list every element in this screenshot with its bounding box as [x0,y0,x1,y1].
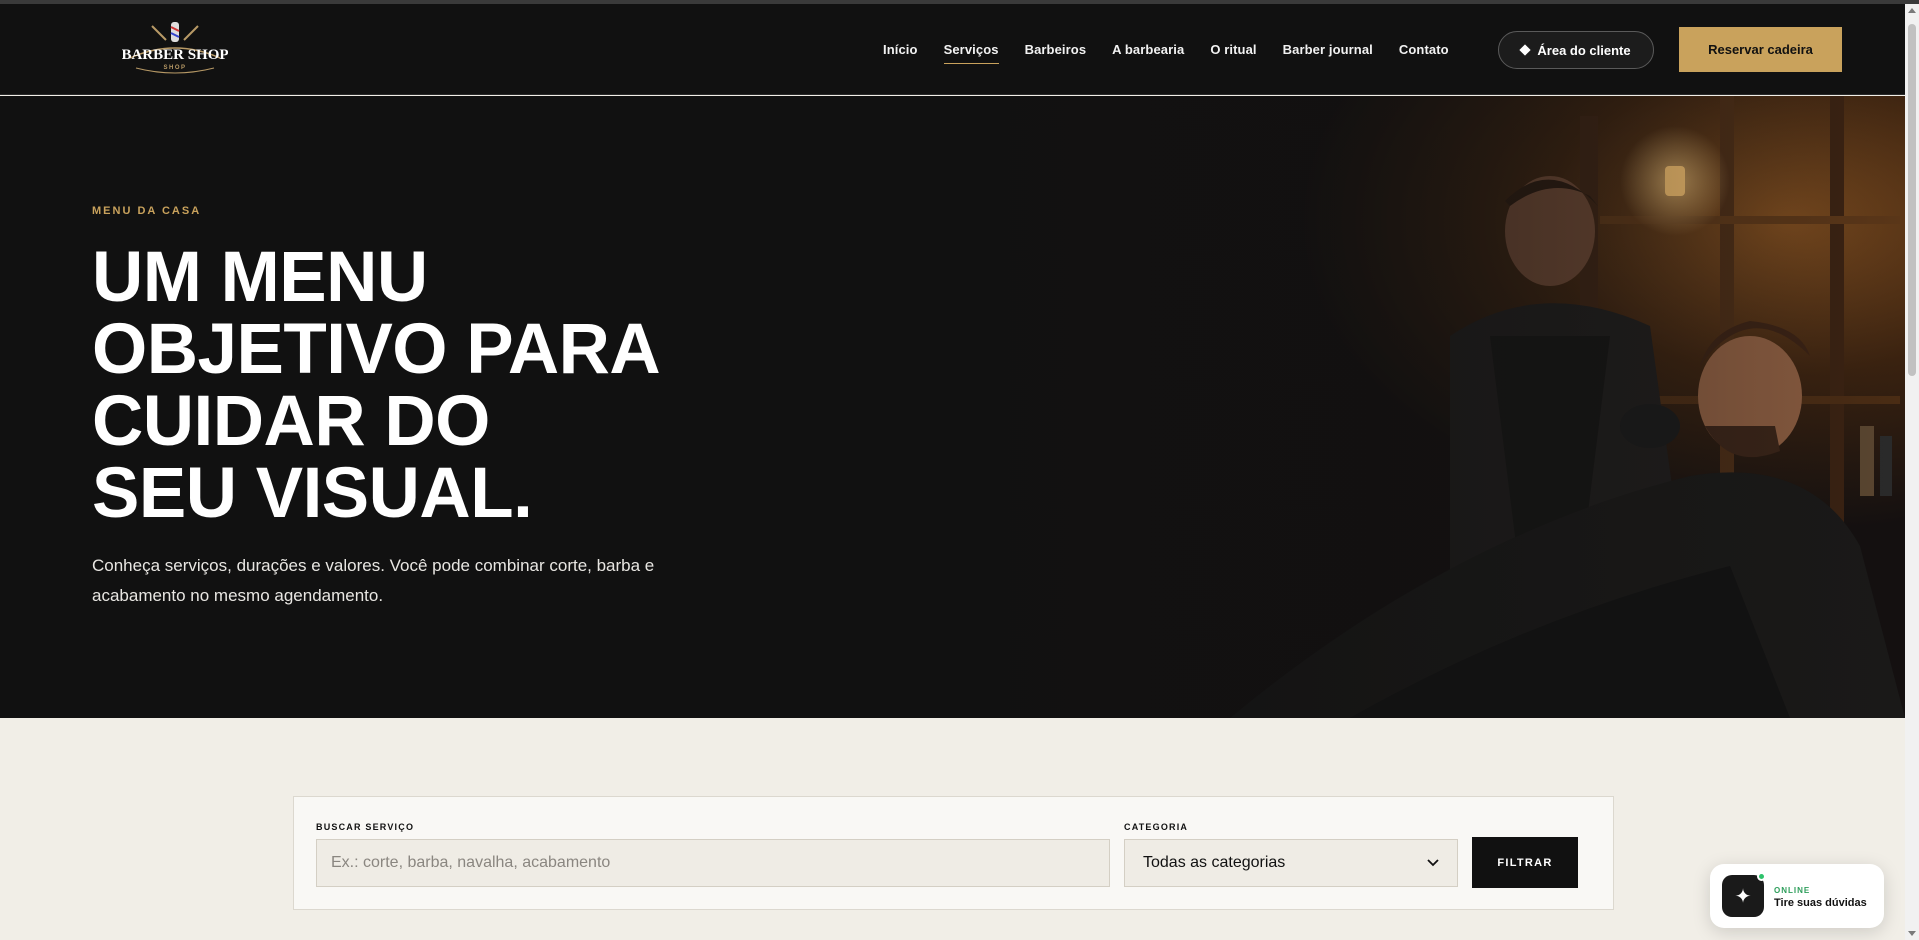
nav-servicos[interactable]: Serviços [943,42,999,64]
headline-line-1: UM MENU [92,238,428,317]
nav-o-ritual[interactable]: O ritual [1210,42,1256,57]
nav-inicio[interactable]: Início [883,42,918,57]
online-indicator [1757,872,1766,881]
hero-lead: Conheça serviços, durações e valores. Vo… [92,556,655,605]
chevron-down-icon [1427,859,1439,867]
headline-line-4: SEU VISUAL. [92,454,533,533]
reserve-chair-button[interactable]: Reservar cadeira [1679,27,1842,72]
barber-shop-logo-icon: BARBER SHOP SHOP [121,22,229,74]
hero-barber-photo [930,96,1905,718]
site-header: BARBER SHOP SHOP Início Serviços Barbeir… [0,4,1905,95]
nav-a-barbearia[interactable]: A barbearia [1112,42,1184,57]
sparkle-icon: ✦ [1722,875,1764,917]
search-label: BUSCAR SERVIÇO [316,822,415,832]
service-filter-form: BUSCAR SERVIÇO CATEGORIA Todas as catego… [293,796,1614,910]
page-scrollbar[interactable] [1905,4,1919,940]
nav-barber-journal[interactable]: Barber journal [1283,42,1373,57]
category-select[interactable]: Todas as categorias [1124,839,1458,887]
filter-submit-button[interactable]: FILTRAR [1472,837,1578,888]
client-area-button[interactable]: Área do cliente [1498,31,1654,69]
headline-line-2: OBJETIVO PARA [92,310,661,389]
scroll-up-arrow-icon[interactable] [1908,8,1916,13]
barber-shop-logo[interactable]: BARBER SHOP SHOP [121,18,229,82]
category-label: CATEGORIA [1124,822,1189,832]
scroll-thumb[interactable] [1908,24,1916,376]
hero-headline: UM MENU OBJETIVO PARA CUIDAR DO SEU VISU… [92,242,852,530]
client-area-label: Área do cliente [1537,42,1631,58]
chat-widget[interactable]: ✦ ONLINE Tire suas dúvidas [1710,864,1884,928]
nav-barbeiros[interactable]: Barbeiros [1025,42,1087,57]
service-search-input[interactable] [316,839,1110,887]
headline-line-3: CUIDAR DO [92,382,490,461]
diamond-icon [1519,44,1532,56]
logo-sub-text: SHOP [163,65,186,71]
hero-section: MENU DA CASA UM MENU OBJETIVO PARA CUIDA… [0,96,1905,718]
main-nav: Início Serviços Barbeiros A barbearia O … [883,4,1475,95]
chat-text: Tire suas dúvidas [1774,897,1867,909]
hero-eyebrow: MENU DA CASA [92,205,202,217]
category-selected-value: Todas as categorias [1143,854,1286,871]
logo-main-text: BARBER SHOP [122,47,228,63]
nav-contato[interactable]: Contato [1399,42,1449,57]
scroll-down-arrow-icon[interactable] [1908,931,1916,936]
chat-status: ONLINE [1774,886,1811,895]
